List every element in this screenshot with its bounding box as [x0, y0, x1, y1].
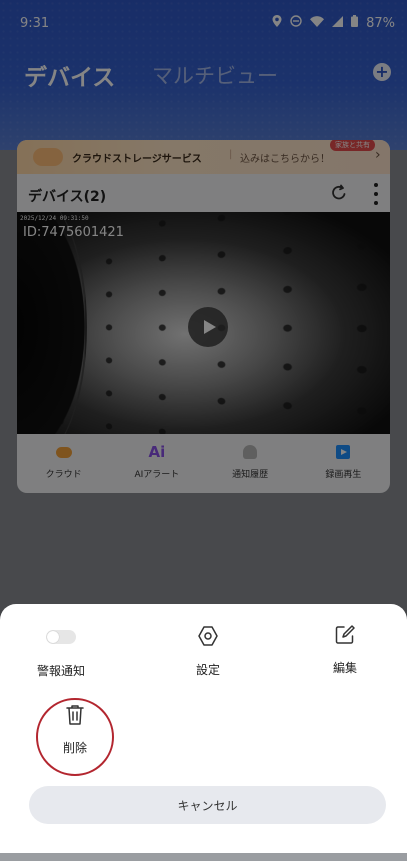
- sheet-item-label: 削除: [62, 741, 87, 755]
- ai-icon: Ai: [148, 443, 166, 461]
- status-bar: 9:31 87%: [0, 12, 407, 36]
- play-icon[interactable]: [188, 307, 228, 347]
- cloud-decoration-icon: [33, 148, 63, 166]
- tab-devices[interactable]: デバイス: [24, 58, 115, 92]
- settings-button[interactable]: 設定: [183, 624, 233, 678]
- banner-title: クラウドストレージサービス: [72, 154, 202, 165]
- sheet-item-label: 編集: [332, 661, 357, 675]
- chevron-right-icon: ›: [375, 147, 381, 163]
- action-playback[interactable]: 録画再生: [297, 434, 390, 493]
- bottom-sheet: 警報通知 設定 編集 削除 キャンセル: [0, 604, 407, 861]
- toggle-icon[interactable]: [46, 630, 76, 644]
- status-time: 9:31: [20, 16, 50, 31]
- system-navigation-bar: [0, 853, 407, 861]
- title-row: デバイス マルチビュー +: [0, 58, 407, 94]
- delete-button[interactable]: 削除: [50, 704, 100, 756]
- edit-icon: [334, 624, 356, 650]
- battery-icon: [351, 15, 359, 31]
- action-cloud[interactable]: クラウド: [17, 434, 110, 493]
- trash-icon: [65, 704, 85, 730]
- edit-button[interactable]: 編集: [320, 624, 370, 676]
- action-ai-alert[interactable]: Ai AIアラート: [110, 434, 203, 493]
- dnd-icon: [290, 15, 302, 31]
- action-label: 通知履歴: [232, 470, 269, 480]
- sheet-item-label: 設定: [195, 663, 220, 677]
- device-list-title: デバイス(2): [28, 189, 107, 205]
- banner-subtext: 込みはこちらから！: [240, 154, 330, 165]
- hexagon-settings-icon: [196, 624, 220, 652]
- more-vertical-icon[interactable]: [371, 183, 381, 205]
- tab-multiview[interactable]: マルチビュー: [152, 60, 278, 90]
- action-label: AIアラート: [134, 470, 180, 480]
- device-actions: クラウド Ai AIアラート 通知履歴 録画再生: [17, 434, 390, 493]
- battery-percent: 87%: [366, 15, 395, 31]
- refresh-icon[interactable]: [329, 183, 349, 203]
- cloud-storage-banner[interactable]: クラウドストレージサービス | 込みはこちらから！ 家族と共有 ›: [17, 140, 390, 174]
- camera-preview[interactable]: 2025/12/24 09:31:50 ID:7475601421: [17, 212, 390, 434]
- signal-icon: [332, 15, 344, 31]
- action-label: 録画再生: [325, 470, 362, 480]
- action-notification-history[interactable]: 通知履歴: [204, 434, 297, 493]
- cancel-button[interactable]: キャンセル: [29, 786, 386, 824]
- alarm-notification-toggle[interactable]: 警報通知: [31, 624, 91, 679]
- playback-icon: [333, 443, 353, 461]
- device-id: ID:7475601421: [23, 225, 124, 240]
- plus-circle-icon[interactable]: +: [373, 63, 391, 81]
- sheet-item-label: 警報通知: [36, 664, 85, 678]
- bell-icon: [240, 443, 260, 461]
- device-card-header: デバイス(2): [17, 174, 390, 212]
- app-header: 9:31 87% デバイス マルチビュー +: [0, 0, 407, 150]
- wifi-icon: [310, 15, 325, 31]
- cloud-icon: [54, 443, 74, 461]
- family-share-badge: 家族と共有: [330, 140, 375, 151]
- status-icons: 87%: [272, 15, 395, 31]
- location-icon: [272, 15, 282, 31]
- device-card: クラウドストレージサービス | 込みはこちらから！ 家族と共有 › デバイス(2…: [17, 140, 390, 493]
- preview-timestamp: 2025/12/24 09:31:50: [20, 215, 89, 222]
- banner-separator: |: [229, 149, 233, 160]
- action-label: クラウド: [45, 470, 82, 480]
